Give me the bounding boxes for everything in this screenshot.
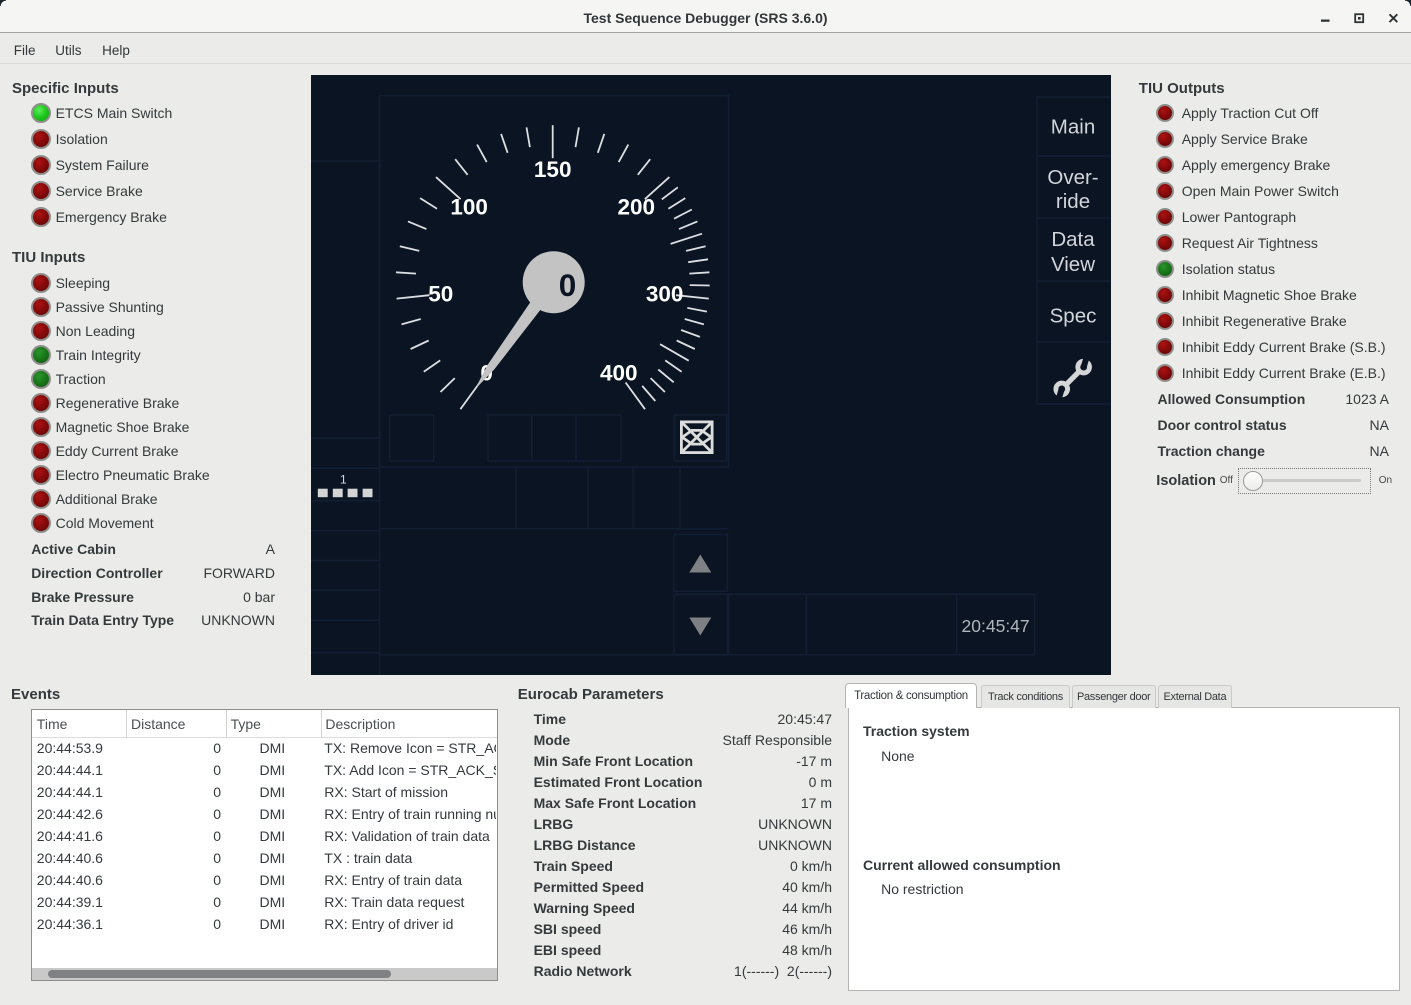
svg-text:20:45:47: 20:45:47: [962, 616, 1030, 636]
svg-text:Main: Main: [1051, 116, 1095, 139]
svg-text:50: 50: [428, 282, 453, 307]
svg-text:200: 200: [618, 194, 656, 219]
svg-text:100: 100: [450, 194, 488, 219]
svg-text:Over-: Over-: [1047, 166, 1098, 189]
svg-text:View: View: [1051, 253, 1095, 276]
svg-text:1: 1: [340, 472, 347, 486]
svg-text:0: 0: [559, 267, 577, 303]
svg-text:ride: ride: [1056, 190, 1090, 213]
svg-text:Data: Data: [1051, 228, 1095, 251]
svg-text:400: 400: [600, 361, 638, 386]
svg-text:300: 300: [646, 282, 684, 307]
svg-text:150: 150: [534, 157, 572, 182]
svg-text:Spec: Spec: [1050, 305, 1097, 328]
